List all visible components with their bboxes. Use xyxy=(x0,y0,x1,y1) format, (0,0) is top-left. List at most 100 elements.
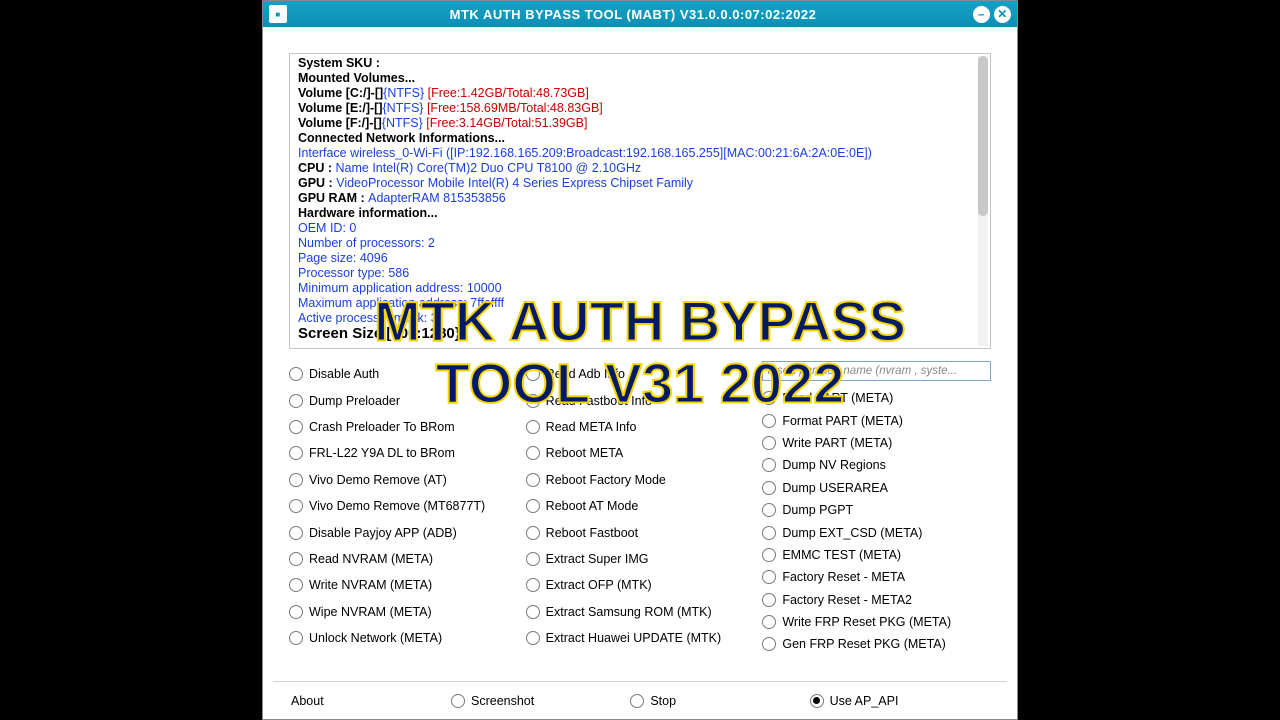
radio-frl-l22[interactable]: FRL-L22 Y9A DL to BRom xyxy=(289,440,518,466)
radio-extract-ofp[interactable]: Extract OFP (MTK) xyxy=(526,572,755,598)
radio-vivo-demo-at[interactable]: Vivo Demo Remove (AT) xyxy=(289,467,518,493)
radio-icon xyxy=(289,526,303,540)
radio-icon xyxy=(762,458,776,472)
radio-crash-preloader[interactable]: Crash Preloader To BRom xyxy=(289,414,518,440)
radio-use-ap-api[interactable]: Use AP_API xyxy=(810,694,989,708)
log-line: CPU : Name Intel(R) Core(TM)2 Duo CPU T8… xyxy=(298,161,982,176)
radio-factory-reset-meta2[interactable]: Factory Reset - META2 xyxy=(762,589,991,611)
radio-icon xyxy=(289,473,303,487)
radio-wipe-nvram[interactable]: Wipe NVRAM (META) xyxy=(289,599,518,625)
options-col-2: Read Adb Info Read Fastboot Info Read ME… xyxy=(526,361,755,656)
options-col-1: Disable Auth Dump Preloader Crash Preloa… xyxy=(289,361,518,656)
app-window: ■ MTK AUTH BYPASS TOOL (MABT) V31.0.0.0:… xyxy=(262,0,1018,720)
log-line: Interface wireless_0-Wi-Fi ([IP:192.168.… xyxy=(298,146,982,161)
titlebar[interactable]: ■ MTK AUTH BYPASS TOOL (MABT) V31.0.0.0:… xyxy=(263,1,1017,27)
radio-icon xyxy=(451,694,465,708)
radio-icon xyxy=(289,446,303,460)
about-button[interactable]: About xyxy=(291,694,451,708)
radio-reboot-fastboot[interactable]: Reboot Fastboot xyxy=(526,519,755,545)
radio-icon xyxy=(289,367,303,381)
options-col-3: Read PART (META) Format PART (META) Writ… xyxy=(762,361,991,656)
radio-icon xyxy=(289,499,303,513)
radio-icon xyxy=(526,394,540,408)
radio-dump-preloader[interactable]: Dump Preloader xyxy=(289,387,518,413)
log-line: Maximum application address: 7ffeffff xyxy=(298,296,982,311)
log-line: GPU : VideoProcessor Mobile Intel(R) 4 S… xyxy=(298,176,982,191)
radio-dump-userarea[interactable]: Dump USERAREA xyxy=(762,477,991,499)
radio-icon xyxy=(762,414,776,428)
radio-dump-extcsd[interactable]: Dump EXT_CSD (META) xyxy=(762,521,991,543)
radio-icon xyxy=(289,552,303,566)
radio-vivo-demo-mt6877t[interactable]: Vivo Demo Remove (MT6877T) xyxy=(289,493,518,519)
radio-icon xyxy=(762,391,776,405)
radio-icon xyxy=(762,436,776,450)
radio-dump-pgpt[interactable]: Dump PGPT xyxy=(762,499,991,521)
radio-read-meta[interactable]: Read META Info xyxy=(526,414,755,440)
log-line: Screen Size [800:1280} xyxy=(298,326,982,341)
log-scrollbar[interactable] xyxy=(978,56,988,346)
radio-read-nvram[interactable]: Read NVRAM (META) xyxy=(289,546,518,572)
radio-icon xyxy=(526,420,540,434)
footer-bar: About Screenshot Stop Use AP_API xyxy=(273,681,1007,719)
radio-format-part[interactable]: Format PART (META) xyxy=(762,409,991,431)
radio-screenshot[interactable]: Screenshot xyxy=(451,694,630,708)
radio-icon xyxy=(630,694,644,708)
radio-icon xyxy=(526,631,540,645)
log-line: Processor type: 586 xyxy=(298,266,982,281)
radio-icon xyxy=(526,578,540,592)
radio-icon xyxy=(526,446,540,460)
log-line: Page size: 4096 xyxy=(298,251,982,266)
radio-write-nvram[interactable]: Write NVRAM (META) xyxy=(289,572,518,598)
radio-icon xyxy=(762,637,776,651)
radio-stop[interactable]: Stop xyxy=(630,694,809,708)
radio-reboot-meta[interactable]: Reboot META xyxy=(526,440,755,466)
radio-extract-super[interactable]: Extract Super IMG xyxy=(526,546,755,572)
radio-factory-reset-meta[interactable]: Factory Reset - META xyxy=(762,566,991,588)
radio-extract-samsung[interactable]: Extract Samsung ROM (MTK) xyxy=(526,599,755,625)
radio-icon xyxy=(762,593,776,607)
radio-disable-payjoy[interactable]: Disable Payjoy APP (ADB) xyxy=(289,519,518,545)
radio-icon xyxy=(810,694,824,708)
log-line: Volume [C:/]-[]{NTFS} [Free:1.42GB/Total… xyxy=(298,86,982,101)
radio-extract-huawei[interactable]: Extract Huawei UPDATE (MTK) xyxy=(526,625,755,651)
log-line: Hardware information... xyxy=(298,206,982,221)
radio-read-adb[interactable]: Read Adb Info xyxy=(526,361,755,387)
partition-name-input[interactable] xyxy=(762,361,991,381)
radio-unlock-network[interactable]: Unlock Network (META) xyxy=(289,625,518,651)
close-button[interactable]: ✕ xyxy=(994,6,1011,23)
radio-icon xyxy=(762,503,776,517)
log-line: System SKU : xyxy=(298,56,982,71)
radio-icon xyxy=(526,473,540,487)
radio-reboot-factory[interactable]: Reboot Factory Mode xyxy=(526,467,755,493)
radio-icon xyxy=(526,367,540,381)
options-area: Disable Auth Dump Preloader Crash Preloa… xyxy=(273,355,1007,656)
radio-disable-auth[interactable]: Disable Auth xyxy=(289,361,518,387)
minimize-button[interactable]: – xyxy=(973,6,990,23)
radio-icon xyxy=(526,526,540,540)
radio-icon xyxy=(289,394,303,408)
radio-write-part[interactable]: Write PART (META) xyxy=(762,432,991,454)
log-line: Minimum application address: 10000 xyxy=(298,281,982,296)
radio-emmc-test[interactable]: EMMC TEST (META) xyxy=(762,544,991,566)
log-panel: System SKU : Mounted Volumes... Volume [… xyxy=(289,53,991,349)
radio-gen-frp[interactable]: Gen FRP Reset PKG (META) xyxy=(762,633,991,655)
window-title: MTK AUTH BYPASS TOOL (MABT) V31.0.0.0:07… xyxy=(293,7,973,22)
radio-icon xyxy=(762,615,776,629)
radio-icon xyxy=(526,605,540,619)
radio-read-part[interactable]: Read PART (META) xyxy=(762,387,991,409)
log-line: OEM ID: 0 xyxy=(298,221,982,236)
log-line: Active processor mask: 3 xyxy=(298,311,982,326)
radio-icon xyxy=(762,570,776,584)
radio-reboot-at[interactable]: Reboot AT Mode xyxy=(526,493,755,519)
radio-write-frp[interactable]: Write FRP Reset PKG (META) xyxy=(762,611,991,633)
log-line: GPU RAM : AdapterRAM 815353856 xyxy=(298,191,982,206)
radio-icon xyxy=(762,548,776,562)
radio-icon xyxy=(289,420,303,434)
log-line: Connected Network Informations... xyxy=(298,131,982,146)
radio-read-fastboot[interactable]: Read Fastboot Info xyxy=(526,387,755,413)
scrollbar-thumb[interactable] xyxy=(978,56,988,216)
radio-dump-nv[interactable]: Dump NV Regions xyxy=(762,454,991,476)
log-line: Number of processors: 2 xyxy=(298,236,982,251)
radio-icon xyxy=(526,552,540,566)
radio-icon xyxy=(289,605,303,619)
